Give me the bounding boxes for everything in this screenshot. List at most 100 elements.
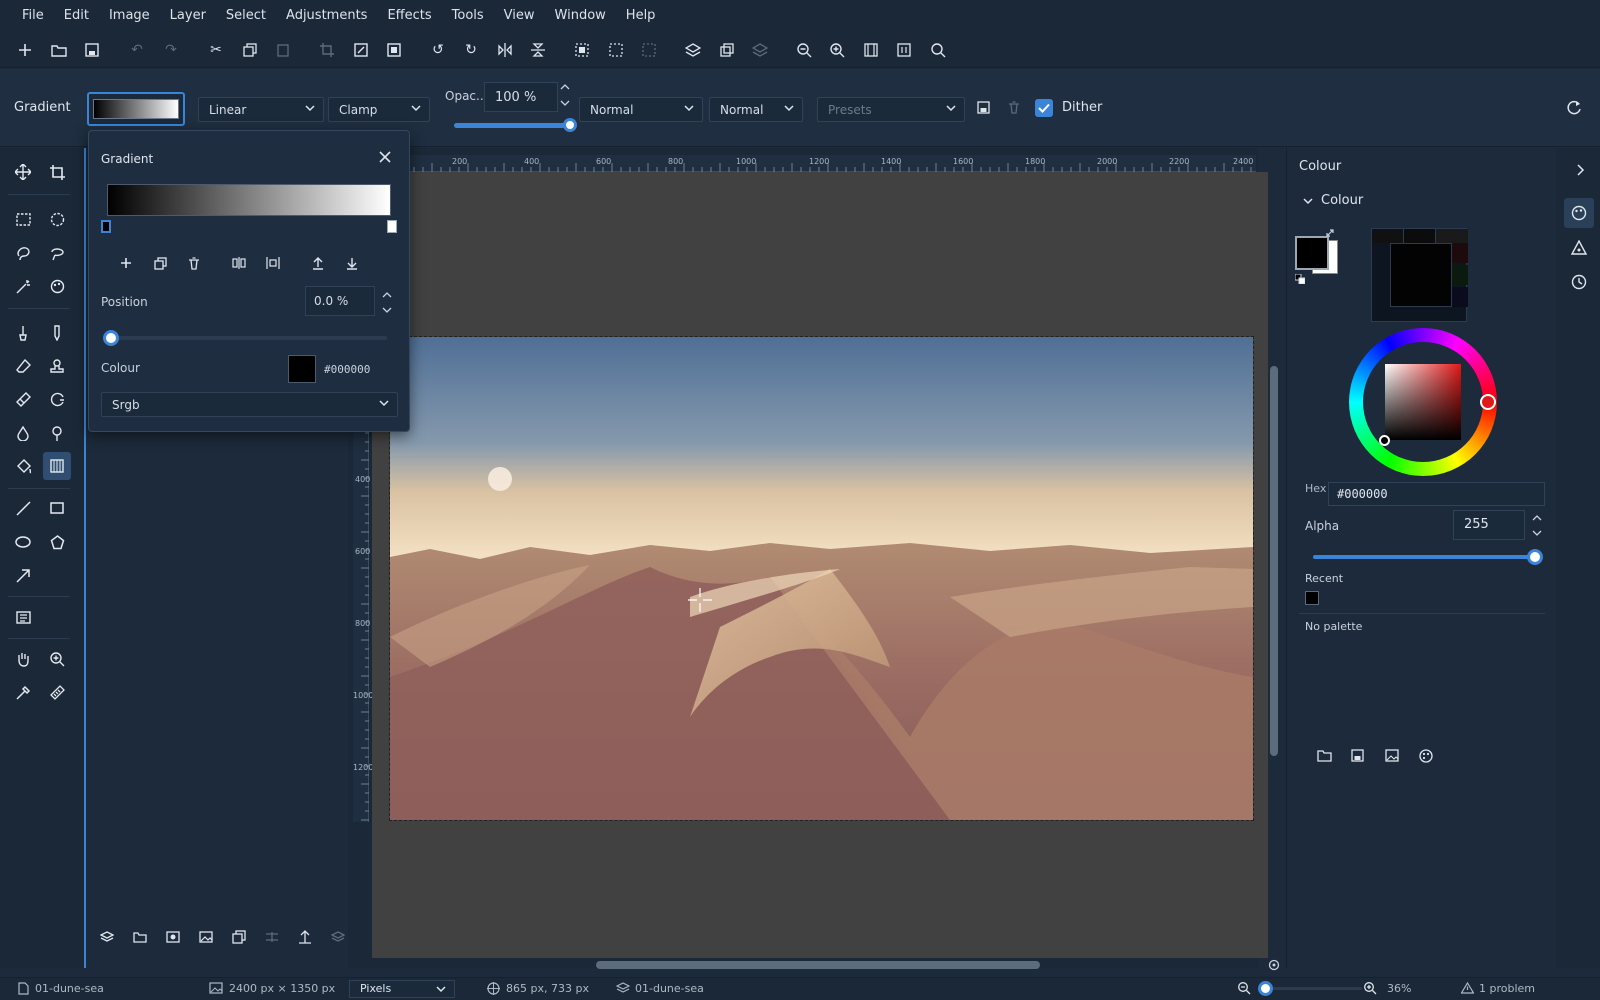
colour-grid[interactable] <box>1371 228 1468 322</box>
spin-down-icon[interactable] <box>1532 529 1542 537</box>
lasso-select-icon[interactable] <box>9 239 37 267</box>
line-tool-icon[interactable] <box>9 494 37 522</box>
close-icon[interactable] <box>379 151 391 163</box>
crop-tool-icon[interactable] <box>43 158 71 186</box>
deselect-icon[interactable] <box>605 39 627 61</box>
presets-dropdown[interactable]: Presets <box>817 97 965 122</box>
zoom-in-icon[interactable] <box>1364 982 1377 995</box>
resize-image-icon[interactable] <box>350 39 372 61</box>
select-all-icon[interactable] <box>571 39 593 61</box>
polygon-tool-icon[interactable] <box>43 528 71 556</box>
primary-colour-swatch[interactable] <box>1295 236 1329 270</box>
position-slider[interactable] <box>103 330 387 346</box>
paint-bucket-icon[interactable] <box>9 452 37 480</box>
position-input[interactable]: 0.0 % <box>305 286 375 316</box>
save-preset-icon[interactable] <box>977 101 990 114</box>
menu-adjustments[interactable]: Adjustments <box>276 0 377 32</box>
menu-help[interactable]: Help <box>616 0 666 32</box>
chevron-right-icon[interactable] <box>1576 164 1586 176</box>
swap-colours-icon[interactable] <box>1325 228 1335 238</box>
alpha-slider-handle[interactable] <box>1527 549 1543 565</box>
menu-edit[interactable]: Edit <box>54 0 99 32</box>
canvas-image[interactable] <box>389 336 1254 821</box>
blend-mode-dropdown[interactable]: Normal <box>579 97 703 122</box>
delete-stop-icon[interactable] <box>183 252 205 274</box>
blur-tool-icon[interactable] <box>9 419 37 447</box>
clone-stamp-icon[interactable] <box>43 352 71 380</box>
saturation-handle[interactable] <box>1379 435 1390 446</box>
opacity-slider-handle[interactable] <box>563 118 577 132</box>
recent-colour-swatch[interactable] <box>1305 591 1319 605</box>
flip-horizontal-icon[interactable] <box>494 39 516 61</box>
reverse-gradient-icon[interactable] <box>228 252 250 274</box>
invert-selection-icon[interactable] <box>638 39 660 61</box>
spin-up-icon[interactable] <box>1532 514 1542 522</box>
add-stop-icon[interactable] <box>115 252 137 274</box>
menu-image[interactable]: Image <box>99 0 160 32</box>
palette-icon[interactable] <box>1419 749 1433 763</box>
eraser-tool-icon[interactable] <box>9 352 37 380</box>
arrow-tool-icon[interactable] <box>9 561 37 589</box>
adjustments-tab-icon[interactable] <box>1571 240 1587 255</box>
colour-picker-icon[interactable] <box>9 678 37 706</box>
ellipse-select-icon[interactable] <box>43 205 71 233</box>
position-slider-handle[interactable] <box>103 330 119 346</box>
spin-down-icon[interactable] <box>382 306 392 314</box>
rectangle-tool-icon[interactable] <box>43 494 71 522</box>
duplicate-layer-icon[interactable] <box>228 926 250 948</box>
pan-hand-icon[interactable] <box>9 645 37 673</box>
zoom-out-icon[interactable] <box>793 39 815 61</box>
menu-view[interactable]: View <box>494 0 545 32</box>
open-palette-icon[interactable] <box>1317 749 1332 762</box>
rotate-right-icon[interactable]: ↻ <box>460 39 482 61</box>
magic-wand-icon[interactable] <box>9 272 37 300</box>
vertical-scrollbar[interactable] <box>1270 366 1278 756</box>
chevron-down-icon[interactable] <box>1303 196 1313 206</box>
merge-layer-icon[interactable] <box>261 926 283 948</box>
reset-colours-icon[interactable] <box>1295 274 1305 284</box>
gradient-preview-button[interactable] <box>87 92 185 126</box>
zoom-out-icon[interactable] <box>1238 982 1251 995</box>
alpha-input[interactable]: 255 <box>1453 510 1525 540</box>
colour-select-icon[interactable] <box>43 272 71 300</box>
hex-input[interactable]: #000000 <box>1328 482 1545 506</box>
duplicate-layer-icon[interactable] <box>716 39 738 61</box>
undo-icon[interactable]: ↶ <box>126 39 148 61</box>
horizontal-scrollbar[interactable] <box>596 961 1040 969</box>
search-icon[interactable] <box>927 39 949 61</box>
menu-tools[interactable]: Tools <box>442 0 494 32</box>
gradient-bar[interactable] <box>107 184 391 216</box>
stop-colour-swatch[interactable] <box>288 355 316 383</box>
repeat-mode-dropdown[interactable]: Clamp <box>328 97 430 122</box>
gradient-type-dropdown[interactable]: Linear <box>198 97 324 122</box>
zoom-in-icon[interactable] <box>826 39 848 61</box>
open-folder-icon[interactable] <box>48 39 70 61</box>
duplicate-stop-icon[interactable] <box>149 252 171 274</box>
spin-down-icon[interactable] <box>560 99 570 107</box>
delete-layer-icon[interactable] <box>749 39 771 61</box>
ruler-tool-icon[interactable] <box>43 678 71 706</box>
dodge-tool-icon[interactable] <box>43 419 71 447</box>
zoom-slider-handle[interactable] <box>1258 981 1273 996</box>
resize-canvas-icon[interactable] <box>383 39 405 61</box>
gradient-stop-end[interactable] <box>387 220 397 233</box>
redo-icon[interactable]: ↷ <box>160 39 182 61</box>
warning-icon[interactable] <box>1461 982 1474 994</box>
paste-icon[interactable] <box>272 39 294 61</box>
menu-layer[interactable]: Layer <box>160 0 216 32</box>
pencil-tool-icon[interactable] <box>43 319 71 347</box>
recolour-tool-icon[interactable] <box>43 385 71 413</box>
cut-icon[interactable]: ✂ <box>205 39 227 61</box>
zoom-tool-icon[interactable] <box>43 645 71 673</box>
reset-tool-icon[interactable] <box>1567 100 1582 115</box>
add-layer-icon[interactable] <box>682 39 704 61</box>
fit-window-icon[interactable] <box>860 39 882 61</box>
smudge-tool-icon[interactable] <box>9 385 37 413</box>
flip-vertical-icon[interactable] <box>527 39 549 61</box>
delete-preset-icon[interactable] <box>1008 101 1020 114</box>
import-gradient-icon[interactable] <box>341 252 363 274</box>
move-layer-icon[interactable] <box>294 926 316 948</box>
alpha-blend-dropdown[interactable]: Normal <box>709 97 803 122</box>
new-file-icon[interactable] <box>14 39 36 61</box>
menu-file[interactable]: File <box>12 0 54 32</box>
